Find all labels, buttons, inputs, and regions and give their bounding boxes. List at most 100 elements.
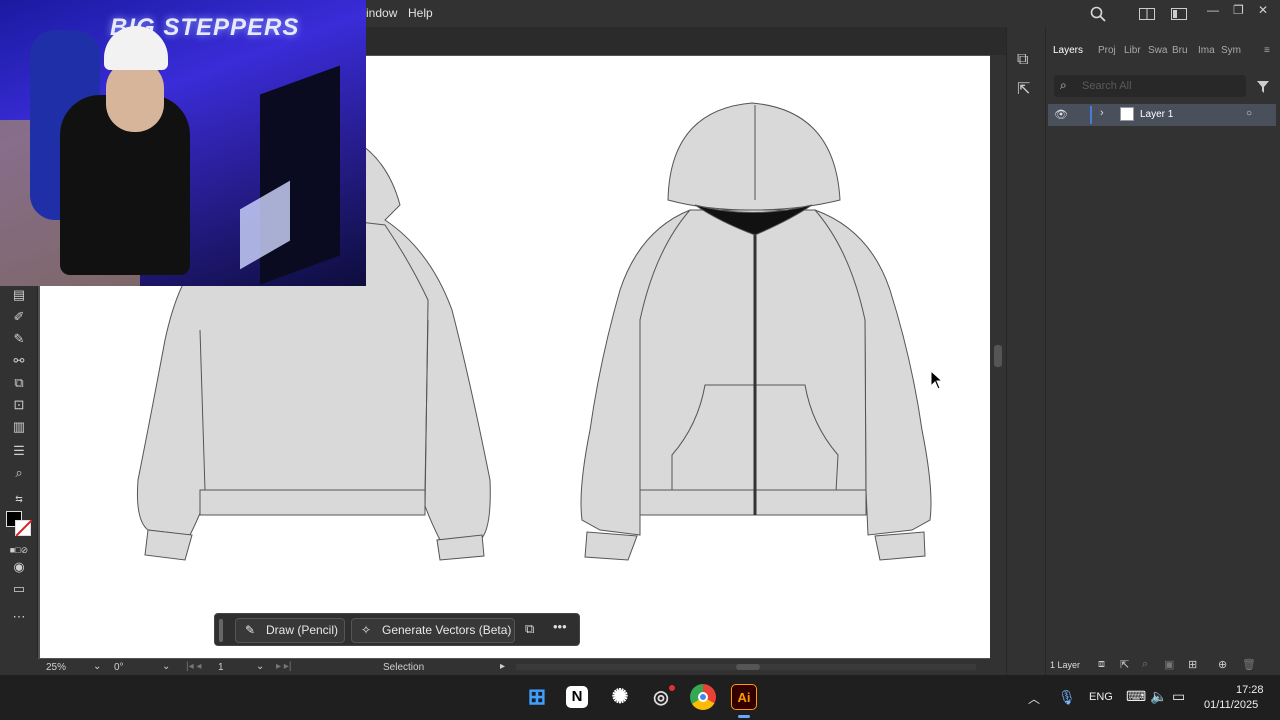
arrange-documents-icon[interactable] (1139, 8, 1155, 20)
microphone-icon[interactable]: 🎙 (1058, 689, 1076, 706)
gradient-tool-icon[interactable]: ▤ (9, 286, 29, 304)
close-icon[interactable]: ✕ (1258, 3, 1268, 17)
tab-symbols[interactable]: Sym (1221, 45, 1241, 56)
front-hood (667, 102, 841, 211)
zoom-dropdown-icon[interactable]: ⌄ (93, 661, 101, 672)
collapsed-panel-strip: ⧉ ⇱ (1006, 27, 1046, 675)
windows-taskbar: ⊞ N ✺ ◎ Ai ︿ 🎙 ENG ⌨ 🔈 ▭ 17:28 01/11/202… (0, 675, 1280, 720)
default-colors-icon[interactable]: ⇆ (9, 490, 29, 508)
generate-vectors-button[interactable]: ✧ Generate Vectors (Beta) (351, 618, 515, 643)
layers-footer: 1 Layer ⧈ ⇱ ⌕ ▣ ⊞ ⊕ 🗑 (1046, 657, 1280, 675)
more-options-icon[interactable]: ••• (553, 619, 567, 634)
collect-export-icon[interactable]: ⧈ (1098, 658, 1105, 671)
export-icon[interactable]: ⇱ (1120, 658, 1129, 671)
artboard-tool-icon[interactable]: ⊡ (9, 396, 29, 414)
current-tool-label: Selection (383, 662, 425, 673)
clock-date[interactable]: 01/11/2025 (1204, 699, 1258, 711)
tab-libraries[interactable]: Libr (1124, 45, 1141, 56)
menu-help[interactable]: Help (408, 6, 433, 20)
filter-icon[interactable] (1256, 80, 1270, 94)
notion-icon[interactable]: N (566, 686, 588, 708)
tab-image-trace[interactable]: Ima (1198, 45, 1215, 56)
clipping-icon[interactable]: ▣ (1164, 658, 1174, 671)
monitor (260, 65, 340, 285)
new-sublayer-icon[interactable]: ⊞ (1188, 658, 1197, 671)
shape-builder-tool-icon[interactable]: ⧉ (9, 374, 29, 392)
generate-vectors-label: Generate Vectors (Beta) (382, 623, 512, 637)
tools-panel: ▤ ✐ ✎ ⚯ ⧉ ⊡ ▥ ☰ ⌕ ⇆ ■□⊘ ◉ ▭ ⋯ (0, 286, 38, 658)
rotation-value[interactable]: 0° (114, 662, 124, 673)
webcam-overlay: BIG STEPPERS (0, 0, 366, 286)
search-icon: ⌕ (1060, 78, 1067, 92)
horizontal-scrollbar[interactable] (516, 664, 976, 670)
expand-chevron-icon[interactable]: › (1100, 107, 1104, 119)
back-right-cuff (436, 534, 485, 561)
image-trace-icon[interactable]: ⧉ (525, 621, 534, 637)
new-layer-icon[interactable]: ⊕ (1218, 658, 1227, 671)
tab-layers[interactable]: Layers (1053, 45, 1083, 56)
artboard-dropdown-icon[interactable]: ⌄ (256, 661, 264, 672)
sparkle-icon: ✧ (361, 623, 372, 637)
locate-icon[interactable]: ⌕ (1142, 658, 1148, 671)
tab-properties[interactable]: Proj (1098, 45, 1116, 56)
volume-icon[interactable]: 🔈 (1150, 688, 1167, 705)
minimize-icon[interactable]: — (1207, 3, 1219, 17)
tab-brushes[interactable]: Bru (1172, 45, 1188, 56)
screen-mode-icon[interactable]: ▭ (9, 580, 29, 598)
hand-tool-icon[interactable]: ☰ (9, 442, 29, 460)
graph-tool-icon[interactable]: ▥ (9, 418, 29, 436)
vertical-scrollbar[interactable] (990, 55, 1006, 659)
target-circle-icon[interactable]: ○ (1246, 108, 1252, 119)
search-icon[interactable] (1090, 6, 1106, 22)
layer-count: 1 Layer (1050, 660, 1081, 670)
layers-search-field[interactable]: ⌕ Search All (1054, 75, 1246, 97)
cursor-arrow-icon (930, 370, 944, 390)
blend-tool-icon[interactable]: ⚯ (9, 352, 29, 370)
network-icon[interactable]: ⌨ (1126, 688, 1146, 705)
export-panel-icon[interactable]: ⇱ (1017, 79, 1030, 99)
search-placeholder: Search All (1082, 80, 1132, 92)
delete-icon[interactable]: 🗑 (1242, 658, 1256, 671)
panel-menu-icon[interactable]: ≡ (1264, 45, 1270, 56)
visibility-eye-icon[interactable]: 👁 (1054, 108, 1068, 121)
artboard-number[interactable]: 1 (218, 662, 224, 673)
layer-row[interactable]: 👁 › Layer 1 ○ (1048, 104, 1276, 126)
language-indicator[interactable]: ENG (1089, 691, 1113, 703)
h-scroll-thumb[interactable] (736, 664, 760, 670)
zoom-level[interactable]: 25% (46, 662, 66, 673)
artboard-nav-last-icon[interactable]: ▸ ▸| (276, 661, 291, 672)
chrome-icon[interactable] (690, 684, 716, 710)
back-left-cuff (144, 529, 193, 561)
clock-time[interactable]: 17:28 (1236, 684, 1264, 696)
pencil-tool-icon[interactable]: ✎ (9, 330, 29, 348)
status-menu-arrow-icon[interactable]: ▸ (500, 661, 505, 672)
properties-panel-icon[interactable]: ⧉ (1017, 51, 1028, 69)
artboard-nav-first-icon[interactable]: |◂ ◂ (186, 661, 201, 672)
zoom-tool-icon[interactable]: ⌕ (9, 464, 29, 482)
front-right-cuff (874, 531, 926, 561)
restore-icon[interactable]: ❐ (1233, 3, 1244, 17)
tray-chevron-icon[interactable]: ︿ (1028, 690, 1040, 707)
edit-toolbar-icon[interactable]: ⋯ (9, 608, 29, 626)
tab-swatches[interactable]: Swa (1148, 45, 1167, 56)
drawing-mode-icon[interactable]: ◉ (9, 558, 29, 576)
active-app-indicator (738, 715, 750, 718)
illustrator-icon[interactable]: Ai (731, 684, 757, 710)
front-left-cuff (584, 531, 638, 561)
menu-window[interactable]: indow (366, 6, 397, 20)
color-mode-icons[interactable]: ■□⊘ (9, 541, 29, 559)
chatgpt-icon[interactable]: ✺ (607, 684, 633, 710)
windows-start-icon[interactable]: ⊞ (524, 684, 550, 710)
scroll-thumb[interactable] (994, 345, 1002, 367)
workspace-switcher-icon[interactable] (1171, 8, 1187, 20)
front-waistband (639, 489, 867, 516)
battery-icon[interactable]: ▭ (1172, 688, 1185, 705)
back-waistband (199, 489, 426, 516)
draw-pencil-button[interactable]: ✎ Draw (Pencil) (235, 618, 345, 643)
document-tab-bar (366, 27, 1006, 55)
rotation-dropdown-icon[interactable]: ⌄ (162, 661, 170, 672)
layer-name[interactable]: Layer 1 (1140, 109, 1173, 120)
stroke-swatch[interactable] (15, 519, 33, 537)
grip-handle[interactable] (219, 619, 223, 642)
eyedropper-tool-icon[interactable]: ✐ (9, 308, 29, 326)
